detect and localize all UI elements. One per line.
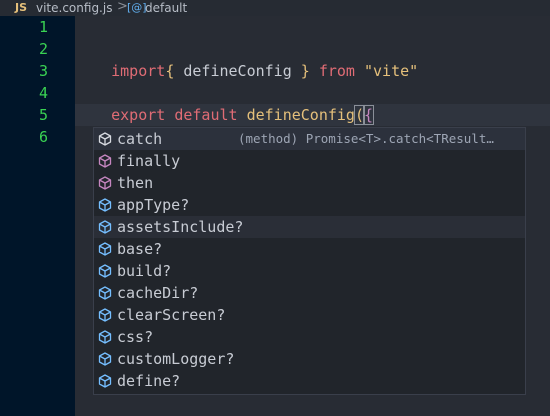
suggest-item-label: cacheDir? [117, 284, 199, 302]
property-icon [98, 220, 112, 234]
line-number: 3 [38, 62, 48, 80]
keyword-import: import [111, 62, 166, 80]
code-line-2[interactable]: import{ defineConfig } from "vite" [75, 38, 418, 80]
string-vite: "vite" [364, 62, 419, 80]
line-number: 2 [38, 40, 48, 58]
suggest-widget[interactable]: catch (method) Promise<T>.catch<TResult…… [93, 127, 526, 395]
code-line-4[interactable]: export default defineConfig({ [75, 82, 375, 125]
suggest-item-label: appType? [117, 196, 190, 214]
breadcrumb-file[interactable]: vite.config.js [36, 0, 112, 16]
open-brace: { [165, 62, 175, 80]
javascript-file-icon: JS [15, 1, 28, 14]
suggest-item-label: finally [117, 152, 181, 170]
property-icon [98, 308, 112, 322]
line-number: 4 [38, 84, 48, 102]
line-number-gutter: 1 2 3 4 5 6 [0, 16, 75, 416]
suggest-item-label: define? [117, 372, 181, 390]
line-number: 5 [38, 106, 48, 124]
property-icon [98, 264, 112, 278]
open-brace: { [362, 105, 375, 125]
suggest-item[interactable]: css? [94, 326, 525, 348]
identifier-defineconfig: defineConfig [174, 62, 301, 80]
line-number: 6 [38, 128, 48, 146]
suggest-item[interactable]: assetsInclude? [94, 216, 525, 238]
suggest-item-label: css? [117, 328, 154, 346]
method-icon [98, 132, 112, 146]
suggest-item[interactable]: clearScreen? [94, 304, 525, 326]
open-paren: ( [353, 105, 366, 125]
suggest-item-label: then [117, 174, 154, 192]
property-icon [98, 286, 112, 300]
property-icon [98, 352, 112, 366]
property-icon [98, 374, 112, 388]
keyword-from: from [309, 62, 364, 80]
suggest-item[interactable]: base? [94, 238, 525, 260]
suggest-item-detail: (method) Promise<T>.catch<TResult… [238, 131, 494, 146]
suggest-item-label: assetsInclude? [117, 218, 244, 236]
line-number: 1 [38, 18, 48, 36]
keyword-default: default [165, 106, 247, 124]
keyword-export: export [111, 106, 166, 124]
suggest-item[interactable]: customLogger? [94, 348, 525, 370]
property-icon [98, 330, 112, 344]
suggest-item[interactable]: finally [94, 150, 525, 172]
breadcrumb-symbol[interactable]: default [145, 0, 187, 16]
suggest-item-label: customLogger? [117, 350, 235, 368]
suggest-item-label: catch [117, 130, 163, 148]
breadcrumb: JS vite.config.js > [@] default [0, 0, 550, 16]
close-brace: } [300, 62, 310, 80]
property-icon [98, 198, 112, 212]
suggest-item[interactable]: build? [94, 260, 525, 282]
suggest-item-label: build? [117, 262, 172, 280]
variable-symbol-icon: [@] [127, 1, 147, 14]
suggest-item-label: clearScreen? [117, 306, 226, 324]
suggest-item[interactable]: define? [94, 370, 525, 392]
suggest-item-label: base? [117, 240, 163, 258]
method-icon [98, 154, 112, 168]
method-icon [98, 176, 112, 190]
suggest-item[interactable]: then [94, 172, 525, 194]
function-call-defineconfig: defineConfig [246, 106, 355, 124]
suggest-item[interactable]: catch (method) Promise<T>.catch<TResult… [94, 128, 525, 150]
suggest-item[interactable]: cacheDir? [94, 282, 525, 304]
suggest-item[interactable]: appType? [94, 194, 525, 216]
property-icon [98, 242, 112, 256]
